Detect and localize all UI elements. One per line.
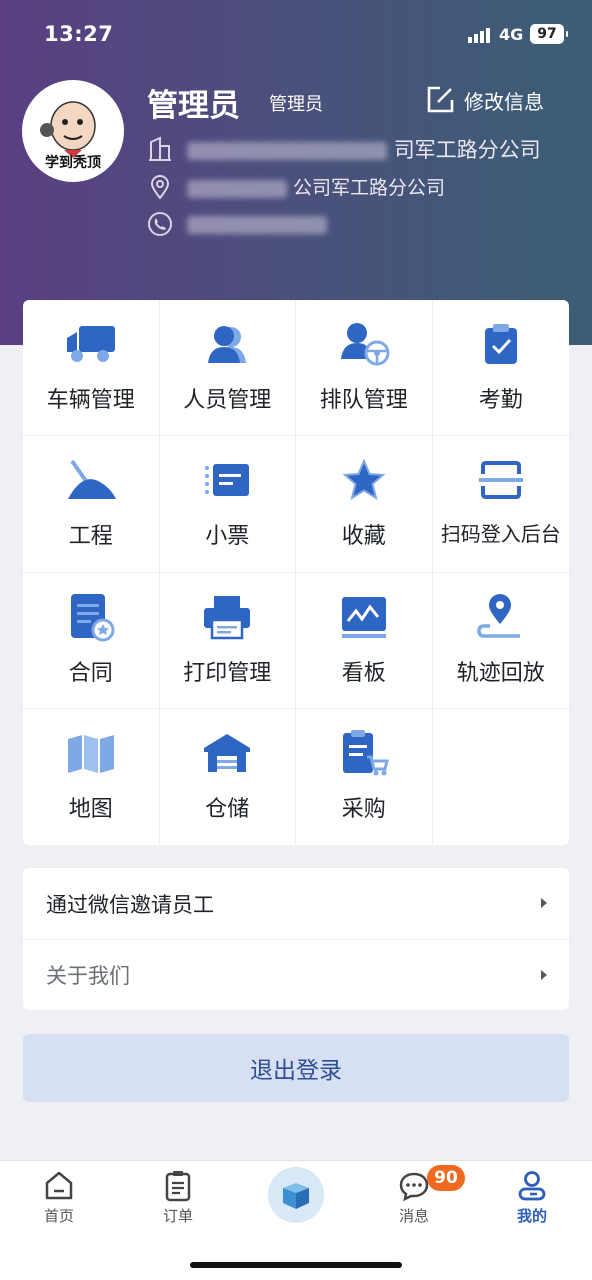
grid-item-warehouse[interactable]: 仓储 bbox=[160, 708, 296, 845]
grid-item-label: 工程 bbox=[68, 524, 113, 550]
printer-icon bbox=[204, 595, 251, 639]
grid-item-queue[interactable]: 排队管理 bbox=[296, 300, 433, 437]
grid-empty-cell bbox=[433, 709, 570, 845]
grid-item-engineering[interactable]: 工程 bbox=[23, 436, 160, 573]
tab-home[interactable]: 首页 bbox=[19, 1169, 99, 1226]
function-grid-card: 车辆管理 人员管理 排队管理 考勤 工程 小票 收藏 扫码登入后台 合同 打印管… bbox=[23, 300, 569, 845]
grid-item-label: 地图 bbox=[68, 796, 113, 822]
grid-item-label: 合同 bbox=[68, 660, 113, 686]
person-icon bbox=[208, 326, 247, 363]
grid-item-label: 看板 bbox=[341, 660, 386, 686]
company-row: 司军工路分公司 bbox=[147, 134, 541, 164]
orders-icon bbox=[165, 1171, 191, 1202]
grid-item-label: 扫码登入后台 bbox=[440, 522, 561, 547]
avatar[interactable]: 学到秃顶 bbox=[22, 80, 124, 182]
message-count-badge: 90 bbox=[427, 1165, 465, 1191]
tab-orders-label: 订单 bbox=[162, 1207, 193, 1225]
address-text: 公司军工路分公司 bbox=[293, 177, 446, 199]
logout-label: 退出登录 bbox=[250, 1058, 342, 1084]
profile-header: 13:27 4G 97 学到秃顶 管理员 管理员 修改信息 司军工路分公司 公司… bbox=[0, 0, 592, 345]
excavator-icon bbox=[67, 460, 116, 500]
signal-icon bbox=[468, 28, 490, 43]
grid-item-receipt[interactable]: 小票 bbox=[159, 436, 296, 573]
grid-item-contract[interactable]: 合同 bbox=[23, 572, 160, 709]
redacted-phone bbox=[187, 215, 327, 234]
user-role: 管理员 bbox=[269, 94, 323, 115]
status-time: 13:27 bbox=[44, 22, 114, 46]
center-action-button[interactable] bbox=[268, 1167, 324, 1223]
grid-item-label: 考勤 bbox=[478, 388, 523, 413]
about-us-label: 关于我们 bbox=[46, 964, 130, 988]
invite-wechat-item[interactable]: 通过微信邀请员工 bbox=[23, 868, 569, 939]
box-icon bbox=[283, 1183, 309, 1209]
grid-item-label: 轨迹回放 bbox=[456, 660, 545, 686]
address-row: 公司军工路分公司 bbox=[147, 173, 445, 200]
grid-item-scan-login[interactable]: 扫码登入后台 bbox=[432, 436, 569, 573]
invite-wechat-label: 通过微信邀请员工 bbox=[46, 892, 214, 917]
grid-item-label: 仓储 bbox=[205, 796, 250, 822]
message-icon bbox=[399, 1172, 429, 1202]
dashboard-icon bbox=[341, 596, 386, 638]
contract-icon bbox=[70, 593, 115, 641]
truck-icon bbox=[66, 326, 115, 362]
location-icon bbox=[150, 174, 170, 200]
phone-icon bbox=[148, 212, 172, 236]
about-us-item[interactable]: 关于我们 bbox=[23, 939, 569, 1010]
settings-list: 通过微信邀请员工 关于我们 bbox=[23, 868, 569, 1010]
home-icon bbox=[45, 1171, 73, 1200]
clipboard-check-icon bbox=[484, 324, 517, 364]
grid-item-map[interactable]: 地图 bbox=[23, 708, 160, 845]
tab-mine-label: 我的 bbox=[516, 1207, 547, 1225]
edit-icon bbox=[427, 86, 454, 113]
user-icon bbox=[518, 1171, 546, 1201]
network-label: 4G bbox=[499, 25, 524, 44]
grid-item-track-playback[interactable]: 轨迹回放 bbox=[432, 573, 569, 709]
status-bar: 13:27 4G 97 bbox=[0, 0, 592, 70]
map-icon bbox=[67, 734, 114, 773]
track-pin-icon bbox=[476, 593, 520, 638]
grid-item-staff[interactable]: 人员管理 bbox=[159, 300, 296, 437]
tab-mine[interactable]: 我的 bbox=[492, 1169, 572, 1226]
grid-item-label: 小票 bbox=[205, 524, 250, 550]
tab-messages-label: 消息 bbox=[398, 1207, 429, 1225]
grid-item-vehicle[interactable]: 车辆管理 bbox=[23, 300, 160, 437]
edit-profile-button[interactable]: 修改信息 bbox=[424, 83, 544, 117]
function-grid: 车辆管理 人员管理 排队管理 考勤 工程 小票 收藏 扫码登入后台 合同 打印管… bbox=[23, 300, 569, 845]
grid-item-favorites[interactable]: 收藏 bbox=[296, 436, 433, 573]
grid-item-label: 打印管理 bbox=[183, 660, 272, 686]
grid-item-attendance[interactable]: 考勤 bbox=[432, 300, 569, 437]
redacted-text bbox=[187, 179, 287, 198]
tab-orders[interactable]: 订单 bbox=[138, 1169, 218, 1226]
grid-item-label: 车辆管理 bbox=[46, 388, 135, 413]
warehouse-icon bbox=[204, 733, 251, 772]
phone-row bbox=[147, 211, 327, 237]
receipt-icon bbox=[205, 464, 250, 497]
person-wheel-icon bbox=[340, 323, 390, 366]
battery-indicator: 97 bbox=[530, 24, 568, 44]
tab-home-label: 首页 bbox=[43, 1207, 74, 1225]
grid-item-label: 收藏 bbox=[341, 524, 386, 550]
grid-item-dashboard[interactable]: 看板 bbox=[296, 572, 433, 709]
scan-icon bbox=[478, 461, 523, 500]
avatar-caption: 学到秃顶 bbox=[45, 155, 101, 171]
home-indicator bbox=[190, 1262, 402, 1268]
grid-item-label: 排队管理 bbox=[319, 388, 408, 413]
company-name: 司军工路分公司 bbox=[393, 138, 541, 162]
chevron-right-icon bbox=[541, 898, 547, 908]
building-icon bbox=[149, 136, 171, 161]
redacted-text bbox=[187, 142, 387, 160]
grid-item-label: 采购 bbox=[341, 796, 386, 822]
chevron-right-icon bbox=[541, 970, 547, 980]
purchase-icon bbox=[342, 729, 389, 776]
star-icon bbox=[342, 458, 386, 501]
grid-item-label: 人员管理 bbox=[183, 388, 272, 413]
grid-item-print[interactable]: 打印管理 bbox=[159, 572, 296, 709]
grid-item-purchase[interactable]: 采购 bbox=[296, 708, 433, 845]
logout-button[interactable]: 退出登录 bbox=[23, 1034, 569, 1102]
user-name: 管理员 bbox=[147, 88, 240, 124]
edit-profile-label: 修改信息 bbox=[464, 89, 544, 114]
